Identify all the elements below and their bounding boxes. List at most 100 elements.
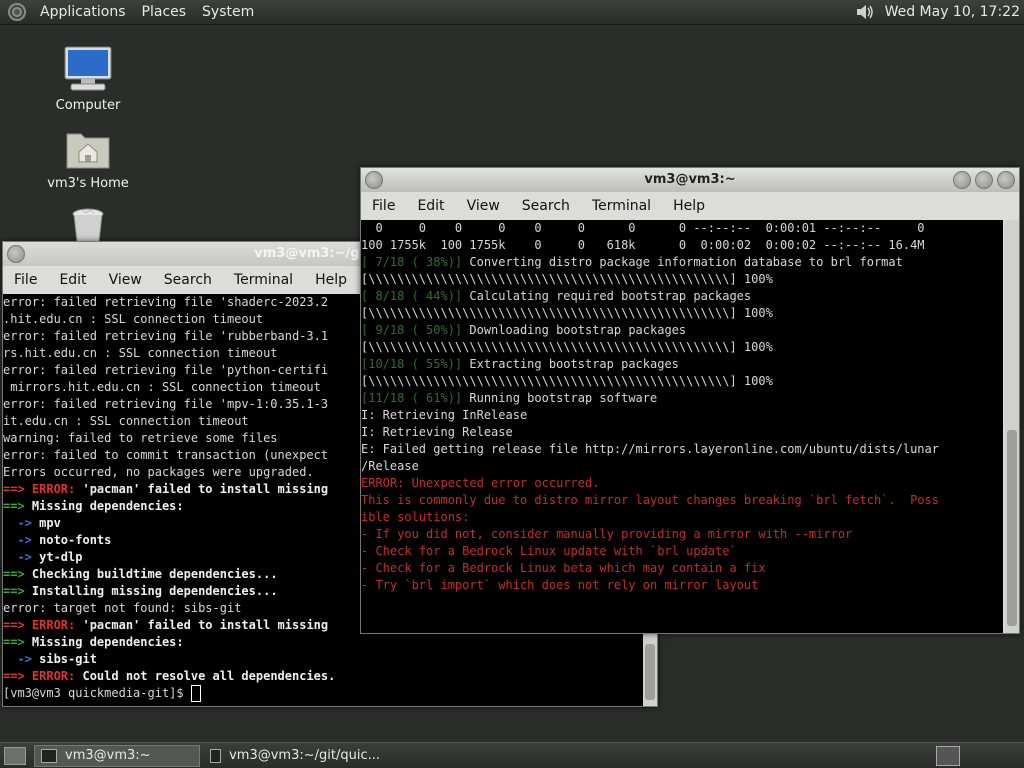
terminal-text: Downloading bootstrap packages	[469, 323, 687, 337]
window-menu-icon[interactable]	[7, 245, 25, 263]
terminal-text: noto-fonts	[39, 533, 112, 547]
terminal-text: error: failed retrieving file 'rubberban…	[3, 329, 329, 343]
menu-system[interactable]: System	[194, 1, 262, 23]
workspace-switcher-icon[interactable]	[936, 745, 960, 766]
terminal-text: E: Failed getting release file http://mi…	[361, 442, 939, 456]
menu-view[interactable]: View	[98, 272, 153, 288]
terminal-line: -> sibs-git	[3, 651, 643, 668]
menu-search[interactable]: Search	[153, 272, 223, 288]
menu-search[interactable]: Search	[511, 198, 581, 214]
computer-icon	[38, 46, 138, 96]
terminal-text: Installing missing dependencies...	[31, 584, 278, 598]
terminal-text: ->	[3, 652, 40, 666]
terminal-line: - Check for a Bedrock Linux beta which m…	[361, 560, 1003, 577]
distro-logo-icon[interactable]	[8, 3, 26, 21]
menu-edit[interactable]: Edit	[406, 198, 455, 214]
menu-view[interactable]: View	[456, 198, 511, 214]
terminal-text: ible solutions:	[361, 510, 470, 524]
menu-applications[interactable]: Applications	[32, 1, 134, 23]
terminal-text: Running bootstrap software	[469, 391, 658, 405]
text-cursor	[190, 685, 201, 702]
maximize-button[interactable]	[975, 171, 993, 189]
window-menu-icon[interactable]	[365, 171, 383, 189]
terminal-line: 0 0 0 0 0 0 0 0 --:--:-- 0:00:01 --:--:-…	[361, 220, 1003, 237]
menu-help[interactable]: Help	[304, 272, 358, 288]
close-button[interactable]	[997, 171, 1015, 189]
terminal-text: Calculating required bootstrap packages	[469, 289, 752, 303]
scrollbar[interactable]	[1005, 220, 1019, 633]
terminal-text: Errors occurred, no packages were upgrad…	[3, 465, 314, 479]
terminal-text: error: failed to commit transaction (une…	[3, 448, 329, 462]
panel-clock[interactable]: Wed May 10, 17:22	[885, 4, 1024, 20]
terminal-line: [\\\\\\\\\\\\\\\\\\\\\\\\\\\\\\\\\\\\\\\…	[361, 305, 1003, 322]
scrollbar-thumb[interactable]	[645, 644, 655, 700]
window-titlebar[interactable]: vm3@vm3:~	[361, 168, 1019, 192]
terminal-line: - If you did not, consider manually prov…	[361, 526, 1003, 543]
menu-file[interactable]: File	[361, 198, 406, 214]
menu-edit[interactable]: Edit	[48, 272, 97, 288]
terminal-text: ->	[3, 533, 40, 547]
terminal-text: ==>	[3, 584, 32, 598]
terminal-text: [\\\\\\\\\\\\\\\\\\\\\\\\\\\\\\\\\\\\\\\…	[361, 374, 773, 388]
terminal-line: [11/18 ( 61%)] Running bootstrap softwar…	[361, 390, 1003, 407]
taskbar-item-label: vm3@vm3:~/git/quic...	[229, 748, 380, 763]
window-title: vm3@vm3:~	[644, 172, 736, 187]
window-menubar: File Edit View Search Terminal Help	[361, 192, 1019, 220]
menu-file[interactable]: File	[3, 272, 48, 288]
terminal-text: [11/18 ( 61%)]	[361, 391, 470, 405]
terminal-text: sibs-git	[39, 652, 97, 666]
terminal-text: ERROR:	[31, 618, 83, 632]
terminal-line: I: Retrieving InRelease	[361, 407, 1003, 424]
terminal-line: ==> Missing dependencies:	[3, 634, 643, 651]
terminal-line: [ 9/18 ( 50%)] Downloading bootstrap pac…	[361, 322, 1003, 339]
terminal-icon	[41, 748, 57, 763]
terminal-text: This is commonly due to distro mirror la…	[361, 493, 939, 507]
terminal-text: 0 0 0 0 0 0 0 0 --:--:-- 0:00:01 --:--:-…	[361, 221, 925, 235]
terminal-text: ==>	[3, 669, 32, 683]
terminal-text: [10/18 ( 55%)]	[361, 357, 470, 371]
terminal-text: ==>	[3, 499, 32, 513]
show-desktop-icon[interactable]	[4, 746, 26, 765]
terminal-output[interactable]: 0 0 0 0 0 0 0 0 --:--:-- 0:00:01 --:--:-…	[361, 220, 1003, 633]
terminal-line: ible solutions:	[361, 509, 1003, 526]
terminal-text: rs.hit.edu.cn : SSL connection timeout	[3, 346, 278, 360]
bottom-panel: vm3@vm3:~ vm3@vm3:~/git/quic...	[0, 742, 1024, 768]
menu-help[interactable]: Help	[662, 198, 716, 214]
menu-terminal[interactable]: Terminal	[223, 272, 304, 288]
menu-places[interactable]: Places	[134, 1, 195, 23]
terminal-text: [\\\\\\\\\\\\\\\\\\\\\\\\\\\\\\\\\\\\\\\…	[361, 306, 773, 320]
terminal-text: ==>	[3, 482, 32, 496]
terminal-text: Converting distro package information da…	[469, 255, 903, 269]
terminal-text: 'pacman' failed to install missing	[82, 618, 329, 632]
desktop-icon-home[interactable]: vm3's Home	[38, 128, 138, 191]
desktop-icon-computer[interactable]: Computer	[38, 46, 138, 113]
menu-terminal[interactable]: Terminal	[581, 198, 662, 214]
terminal-window-front[interactable]: vm3@vm3:~ File Edit View Search Terminal…	[360, 167, 1020, 634]
volume-icon[interactable]	[855, 2, 877, 22]
terminal-text: ERROR:	[31, 482, 83, 496]
terminal-text: Could not resolve all dependencies.	[82, 669, 336, 683]
taskbar-item-terminal-git[interactable]: vm3@vm3:~/git/quic...	[204, 746, 386, 766]
terminal-text: error: target not found: sibs-git	[3, 601, 242, 615]
scrollbar-thumb[interactable]	[1007, 430, 1017, 626]
terminal-line: - Check for a Bedrock Linux update with …	[361, 543, 1003, 560]
terminal-text: ==>	[3, 635, 32, 649]
terminal-text: error: failed retrieving file 'python-ce…	[3, 363, 329, 377]
terminal-icon	[210, 748, 222, 763]
terminal-text: [\\\\\\\\\\\\\\\\\\\\\\\\\\\\\\\\\\\\\\\…	[361, 340, 773, 354]
trash-icon	[38, 206, 138, 246]
terminal-line: ==> ERROR: Could not resolve all depende…	[3, 668, 643, 685]
terminal-text: [\\\\\\\\\\\\\\\\\\\\\\\\\\\\\\\\\\\\\\\…	[361, 272, 773, 286]
terminal-line: 100 1755k 100 1755k 0 0 618k 0 0:00:02 0…	[361, 237, 1003, 254]
top-panel: Applications Places System Wed May 10, 1…	[0, 0, 1024, 25]
terminal-prompt-line[interactable]: [vm3@vm3 quickmedia-git]$	[3, 685, 643, 702]
terminal-text: Missing dependencies:	[31, 635, 184, 649]
minimize-button[interactable]	[953, 171, 971, 189]
terminal-text: [ 7/18 ( 38%)]	[361, 255, 470, 269]
taskbar-item-label: vm3@vm3:~	[65, 748, 151, 763]
terminal-line: ERROR: Unexpected error occurred.	[361, 475, 1003, 492]
terminal-line: [10/18 ( 55%)] Extracting bootstrap pack…	[361, 356, 1003, 373]
terminal-text: - Check for a Bedrock Linux update with …	[361, 544, 737, 558]
terminal-line: [ 7/18 ( 38%)] Converting distro package…	[361, 254, 1003, 271]
taskbar-item-terminal-home[interactable]: vm3@vm3:~	[34, 744, 200, 767]
